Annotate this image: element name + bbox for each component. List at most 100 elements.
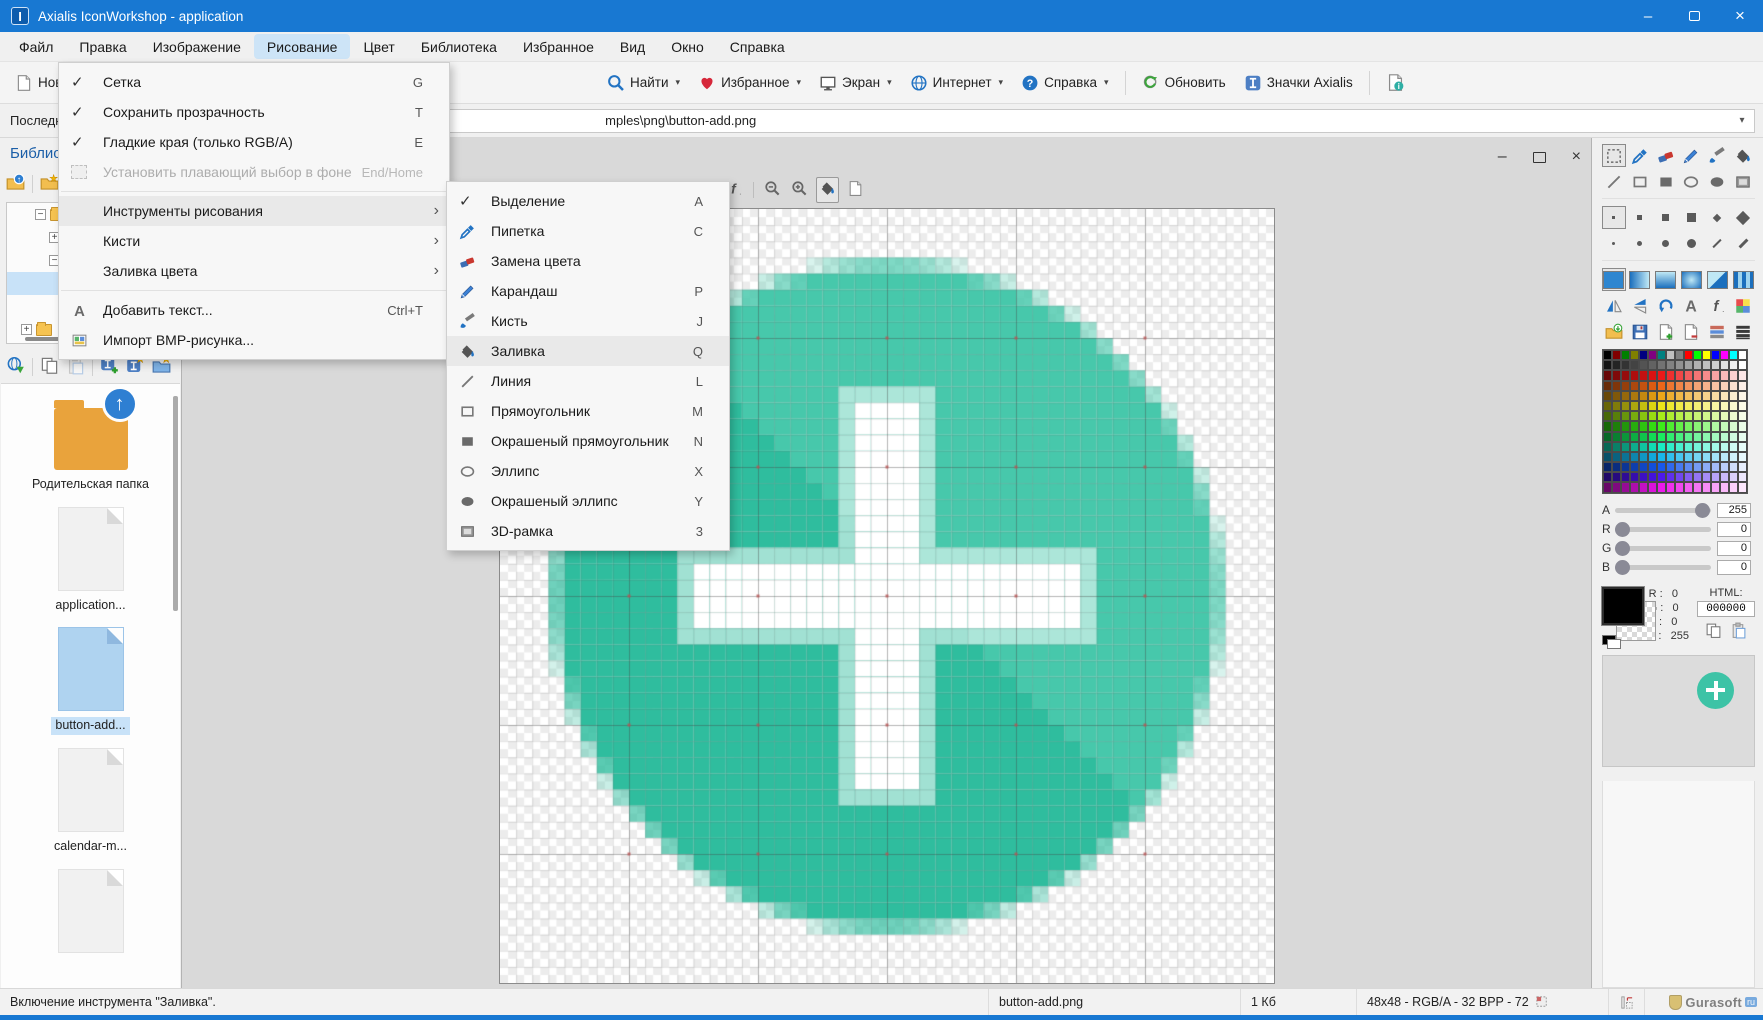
palette-cell[interactable] [1729, 401, 1738, 411]
palette-cell[interactable] [1720, 360, 1729, 370]
toolbar-button-3[interactable]: Интернет▾ [903, 70, 1010, 96]
palette-cell[interactable] [1729, 452, 1738, 462]
brush-size-dot-4[interactable] [1679, 232, 1703, 255]
file-item-4[interactable] [16, 869, 166, 953]
palette-cell[interactable] [1738, 421, 1747, 431]
palette-cell[interactable] [1684, 411, 1693, 421]
palette-cell[interactable] [1639, 472, 1648, 482]
palette-cell[interactable] [1711, 391, 1720, 401]
palette-cell[interactable] [1630, 452, 1639, 462]
palette-cell[interactable] [1720, 421, 1729, 431]
palette-cell[interactable] [1603, 401, 1612, 411]
palette-cell[interactable] [1693, 350, 1702, 360]
doc-tool-page[interactable] [845, 178, 866, 202]
palette-cell[interactable] [1738, 442, 1747, 452]
palette-cell[interactable] [1738, 391, 1747, 401]
doc-maximize-button[interactable] [1533, 152, 1546, 163]
transform-flip-v[interactable] [1628, 294, 1652, 317]
palette-cell[interactable] [1621, 442, 1630, 452]
tool-rect-filled[interactable] [1654, 170, 1678, 193]
palette-cell[interactable] [1639, 432, 1648, 442]
file-list-scrollbar[interactable] [173, 396, 178, 611]
transform-rotate[interactable] [1654, 294, 1678, 317]
slider-thumb[interactable] [1615, 522, 1630, 537]
minimize-button[interactable]: – [1625, 0, 1671, 32]
palette-cell[interactable] [1729, 462, 1738, 472]
palette-cell[interactable] [1666, 482, 1675, 492]
palette-file-open-sm[interactable] [1602, 320, 1626, 343]
swap-colors-mini-icon[interactable] [1602, 635, 1622, 649]
palette-cell[interactable] [1630, 401, 1639, 411]
palette-cell[interactable] [1621, 381, 1630, 391]
palette-cell[interactable] [1612, 360, 1621, 370]
palette-cell[interactable] [1666, 462, 1675, 472]
tool-brush[interactable] [1705, 144, 1729, 167]
slider-track-r[interactable] [1615, 527, 1711, 532]
palette-cell[interactable] [1711, 360, 1720, 370]
palette-cell[interactable] [1729, 411, 1738, 421]
brush-size-sl-1[interactable] [1705, 232, 1729, 255]
fill-style-stripes[interactable] [1731, 268, 1755, 291]
palette-cell[interactable] [1711, 421, 1720, 431]
palette-cell[interactable] [1621, 350, 1630, 360]
palette-cell[interactable] [1720, 401, 1729, 411]
palette-cell[interactable] [1693, 401, 1702, 411]
palette-cell[interactable] [1648, 452, 1657, 462]
palette-cell[interactable] [1657, 462, 1666, 472]
fill-style-grad-h[interactable] [1628, 268, 1652, 291]
palette-cell[interactable] [1684, 350, 1693, 360]
menu-item-3[interactable]: КарандашP [447, 276, 729, 306]
palette-cell[interactable] [1603, 482, 1612, 492]
menu-item-9[interactable]: ЭллипсX [447, 456, 729, 486]
palette-cell[interactable] [1648, 370, 1657, 380]
palette-file-stack-black[interactable] [1731, 320, 1755, 343]
palette-cell[interactable] [1720, 391, 1729, 401]
palette-cell[interactable] [1738, 452, 1747, 462]
palette-cell[interactable] [1666, 350, 1675, 360]
slider-track-b[interactable] [1615, 565, 1711, 570]
palette-cell[interactable] [1711, 452, 1720, 462]
palette-cell[interactable] [1639, 370, 1648, 380]
palette-cell[interactable] [1702, 370, 1711, 380]
palette-cell[interactable] [1603, 452, 1612, 462]
palette-cell[interactable] [1738, 462, 1747, 472]
palette-cell[interactable] [1693, 482, 1702, 492]
palette-cell[interactable] [1621, 482, 1630, 492]
palette-cell[interactable] [1702, 401, 1711, 411]
toolbar-button-5[interactable]: Обновить [1135, 70, 1233, 96]
palette-cell[interactable] [1738, 411, 1747, 421]
tool-line[interactable] [1602, 170, 1626, 193]
palette-cell[interactable] [1603, 370, 1612, 380]
palette-cell[interactable] [1729, 381, 1738, 391]
palette-cell[interactable] [1666, 391, 1675, 401]
palette-cell[interactable] [1711, 482, 1720, 492]
palette-cell[interactable] [1621, 421, 1630, 431]
palette-cell[interactable] [1702, 462, 1711, 472]
palette-cell[interactable] [1612, 472, 1621, 482]
palette-cell[interactable] [1630, 370, 1639, 380]
palette-file-page-minus[interactable] [1679, 320, 1703, 343]
slider-thumb[interactable] [1695, 503, 1710, 518]
tool-rect[interactable] [1628, 170, 1652, 193]
palette-cell[interactable] [1738, 472, 1747, 482]
palette-cell[interactable] [1657, 391, 1666, 401]
fill-style-radial[interactable] [1680, 268, 1704, 291]
palette-cell[interactable] [1693, 442, 1702, 452]
palette-cell[interactable] [1711, 370, 1720, 380]
palette-cell[interactable] [1648, 350, 1657, 360]
menubar-item-0[interactable]: Файл [6, 32, 66, 61]
palette-cell[interactable] [1657, 370, 1666, 380]
palette-cell[interactable] [1612, 421, 1621, 431]
palette-cell[interactable] [1702, 381, 1711, 391]
menubar-item-6[interactable]: Избранное [510, 32, 607, 61]
tool-ellipse[interactable] [1679, 170, 1703, 193]
palette-cell[interactable] [1630, 360, 1639, 370]
palette-cell[interactable] [1648, 391, 1657, 401]
palette-cell[interactable] [1684, 370, 1693, 380]
palette-file-floppy[interactable] [1628, 320, 1652, 343]
slider-value-box[interactable]: 255 [1717, 503, 1751, 518]
palette-cell[interactable] [1648, 432, 1657, 442]
palette-cell[interactable] [1630, 421, 1639, 431]
palette-cell[interactable] [1648, 462, 1657, 472]
palette-cell[interactable] [1639, 391, 1648, 401]
